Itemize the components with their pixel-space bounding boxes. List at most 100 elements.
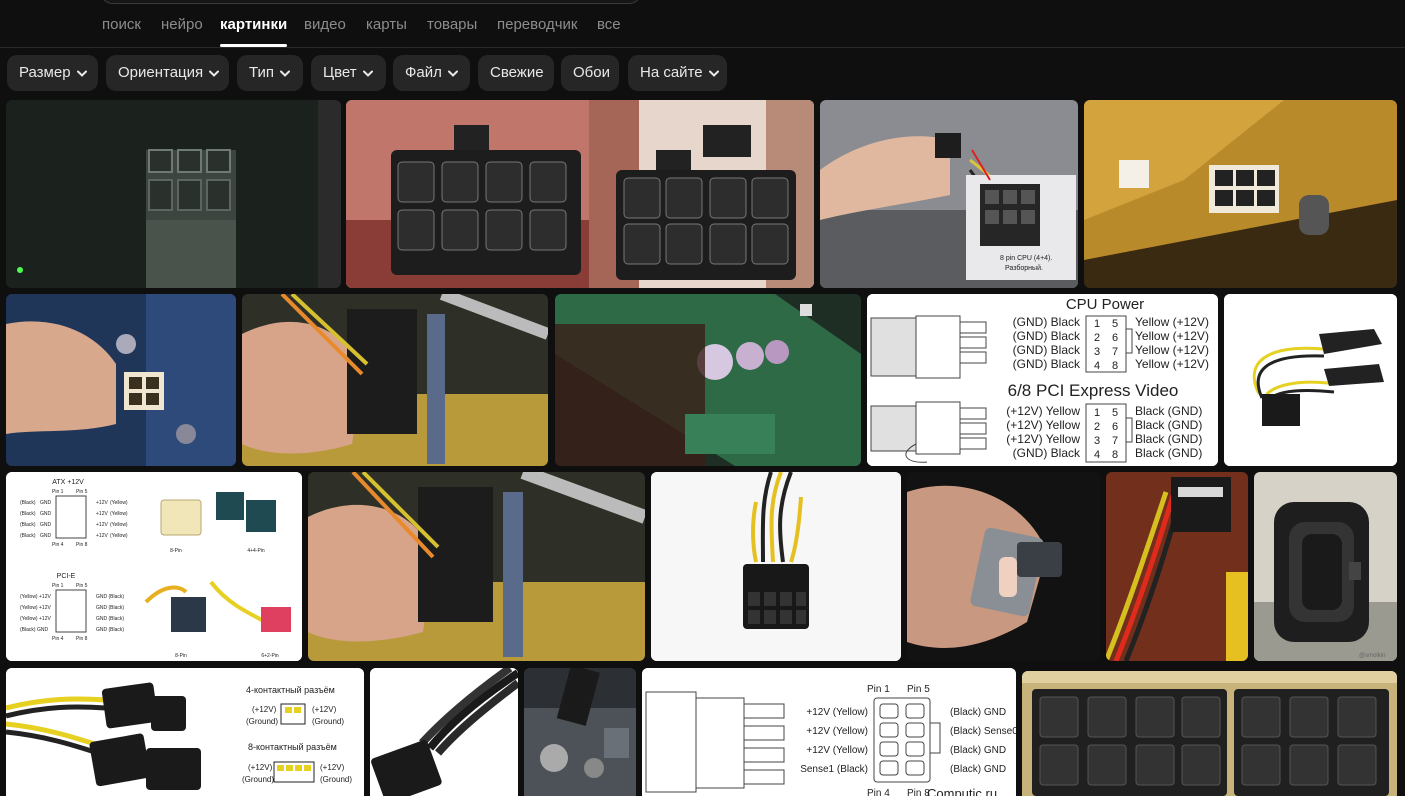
motherboard-photo: [308, 472, 645, 661]
pcie-diag-left-1: (Yellow) +12V: [20, 594, 51, 600]
image-result[interactable]: [1022, 671, 1397, 796]
cpu-power-title: CPU Power: [1066, 296, 1144, 313]
pcie-diag-pin1: Pin 1: [52, 583, 64, 589]
image-result[interactable]: 8 pin CPU (4+4). Разборный.: [820, 100, 1078, 288]
cpu-pin-6: 6: [1112, 332, 1118, 344]
cable-photo: [370, 668, 518, 796]
connector-diagram: 4-контактный разъём (+12V) (Ground) (+12…: [6, 668, 364, 796]
pcie-diag-right-1: GND (Black): [96, 594, 124, 600]
image-result[interactable]: @smolkin: [1254, 472, 1397, 661]
chevron-down-icon: [280, 70, 291, 77]
filter-type-label: Тип: [249, 64, 275, 81]
tab-video[interactable]: видео: [304, 16, 346, 33]
connector-photo: [907, 472, 1100, 661]
filter-on-site-label: На сайте: [640, 64, 703, 81]
atx-v-1: +12V: [96, 500, 108, 506]
pinout-diagram: ATX +12V Pin 1 Pin 5 (Black) (Black) (Bl…: [6, 472, 302, 661]
connector-photo: [1084, 100, 1397, 288]
image-result[interactable]: [346, 100, 814, 288]
image-result[interactable]: [6, 100, 341, 288]
pcie-title: 6/8 PCI Express Video: [1008, 381, 1179, 400]
pcie-diag-left-4: (Black) GND: [20, 627, 48, 633]
search-tabs: поиск нейро картинки видео карты товары …: [0, 0, 1405, 48]
image-result[interactable]: [6, 294, 236, 466]
pcie-connector-photo: [651, 472, 901, 661]
ru-right4-v: (+12V): [312, 705, 337, 714]
tab-maps[interactable]: карты: [366, 16, 407, 33]
image-result[interactable]: [555, 294, 861, 466]
cpu-pin-7: 7: [1112, 346, 1118, 358]
cpu-left-1: (GND) Black: [1013, 315, 1081, 329]
image-result[interactable]: Pin 1 Pin 5 +12V (Yellow) +12V (Yellow) …: [642, 668, 1016, 796]
filter-orientation[interactable]: Ориентация: [106, 55, 229, 91]
atx-left-4: (Black): [20, 533, 36, 539]
active-tab-indicator: [220, 44, 287, 47]
image-result[interactable]: ATX +12V Pin 1 Pin 5 (Black) (Black) (Bl…: [6, 472, 302, 661]
atx-left-1: (Black): [20, 500, 36, 506]
image-result[interactable]: [1224, 294, 1397, 466]
pcie-left-3: (+12V) Yellow: [1006, 432, 1080, 446]
ru-title-4pin: 4-контактный разъём: [246, 685, 335, 695]
atx-left-2: (Black): [20, 511, 36, 517]
atx-gnd-3: GND: [40, 522, 52, 528]
atx-pin1: Pin 1: [52, 489, 64, 495]
sense-left-2: +12V (Yellow): [806, 726, 868, 737]
image-result[interactable]: [308, 472, 645, 661]
tab-translator[interactable]: переводчик: [497, 16, 577, 33]
image-result[interactable]: [1106, 472, 1248, 661]
pcie-pin-7: 7: [1112, 435, 1118, 447]
motherboard-photo: [242, 294, 548, 466]
image-result[interactable]: [524, 668, 636, 796]
pcie-diag-right-2: GND (Black): [96, 605, 124, 611]
cpu-left-3: (GND) Black: [1013, 343, 1081, 357]
pcie-right-3: Black (GND): [1135, 432, 1202, 446]
connector-photo: [6, 100, 341, 288]
atx-gnd-2: GND: [40, 511, 52, 517]
image-result[interactable]: CPU Power (GND) Black (GND) Black (GND) …: [867, 294, 1218, 466]
filter-wallpapers[interactable]: Обои: [561, 55, 619, 91]
image-result[interactable]: [651, 472, 901, 661]
cpu-pin-2: 2: [1094, 332, 1100, 344]
image-result[interactable]: [1084, 100, 1397, 288]
pcie-right-4: Black (GND): [1135, 446, 1202, 460]
tab-all[interactable]: все: [597, 16, 621, 33]
image-result[interactable]: [370, 668, 518, 796]
chevron-down-icon: [708, 70, 719, 77]
image-result[interactable]: [242, 294, 548, 466]
tab-search[interactable]: поиск: [102, 16, 141, 33]
sense-right-4: (Black) GND: [950, 764, 1006, 775]
filter-orientation-label: Ориентация: [118, 64, 204, 81]
cpu-pin-5: 5: [1112, 318, 1118, 330]
filter-type[interactable]: Тип: [237, 55, 303, 91]
filter-file[interactable]: Файл: [393, 55, 470, 91]
pcie-diag-left-2: (Yellow) +12V: [20, 605, 51, 611]
tab-neuro[interactable]: нейро: [161, 16, 203, 33]
pcie-diag-right-4: GND (Black): [96, 627, 124, 633]
tab-images[interactable]: картинки: [220, 16, 287, 33]
sense-right-3: (Black) GND: [950, 745, 1006, 756]
cable-photo: [1106, 472, 1248, 661]
filter-size[interactable]: Размер: [7, 55, 98, 91]
pcie-pin-2: 2: [1094, 421, 1100, 433]
adapter-cable-photo: [1224, 294, 1397, 466]
image-result[interactable]: 4-контактный разъём (+12V) (Ground) (+12…: [6, 668, 364, 796]
atx-c-1: (Yellow): [110, 500, 128, 506]
filter-color-label: Цвет: [323, 64, 357, 81]
ru-left4-v: (+12V): [252, 705, 277, 714]
filter-on-site[interactable]: На сайте: [628, 55, 727, 91]
image-result[interactable]: [907, 472, 1100, 661]
atx-v-3: +12V: [96, 522, 108, 528]
atx-pin8: Pin 8: [76, 542, 88, 548]
tab-products[interactable]: товары: [427, 16, 477, 33]
chevron-down-icon: [76, 70, 87, 77]
pcie-pin-1: 1: [1094, 407, 1100, 419]
ru-title-8pin: 8-контактный разъём: [248, 742, 337, 752]
sense-pin5: Pin 5: [907, 684, 930, 695]
motherboard-photo: [524, 668, 636, 796]
filter-color[interactable]: Цвет: [311, 55, 386, 91]
pcie-diag-right-3: GND (Black): [96, 616, 124, 622]
pcie-left-1: (+12V) Yellow: [1006, 404, 1080, 418]
filter-fresh[interactable]: Свежие: [478, 55, 554, 91]
pcie-pin-4: 4: [1094, 449, 1100, 461]
filter-size-label: Размер: [19, 64, 71, 81]
